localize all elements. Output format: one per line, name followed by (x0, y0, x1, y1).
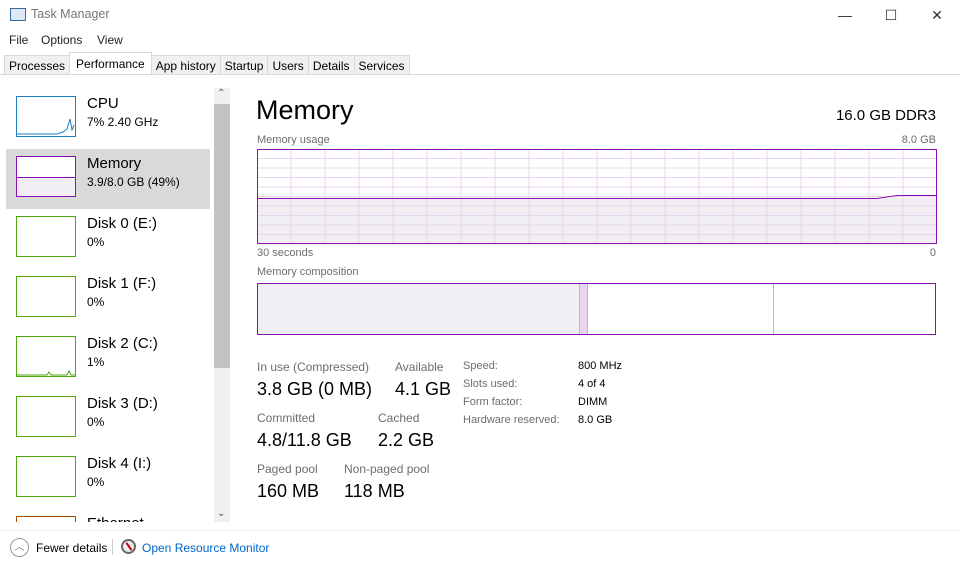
cached-label: Cached (378, 411, 420, 425)
menu-view[interactable]: View (97, 33, 123, 47)
tab-performance[interactable]: Performance (69, 52, 152, 74)
sidebar-thumbnail-graph (16, 516, 76, 522)
sidebar-item-name: Disk 2 (C:) (87, 335, 158, 352)
spec-label: Form factor: (463, 396, 523, 408)
sidebar-item-disk-4-i[interactable]: Disk 4 (I:) 0% (6, 449, 210, 509)
tab-services[interactable]: Services (353, 55, 410, 75)
in-use-value: 3.8 GB (0 MB) (257, 379, 373, 399)
page-title: Memory (256, 95, 354, 125)
window-title: Task Manager (31, 7, 110, 21)
paged-pool-label: Paged pool (257, 462, 318, 476)
spec-label: Hardware reserved: (463, 414, 560, 426)
sidebar-thumbnail-graph (16, 96, 76, 137)
sidebar-item-value: 0% (87, 235, 105, 249)
scroll-up-icon[interactable]: ⌃ (217, 88, 225, 99)
paged-pool-value: 160 MB (257, 481, 320, 501)
tab-app-history[interactable]: App history (150, 55, 221, 75)
sidebar-item-value: 1% (87, 355, 105, 369)
spec-label: Slots used: (463, 378, 518, 390)
sidebar-item-value: 7% 2.40 GHz (87, 115, 159, 129)
sidebar-item-name: Disk 4 (I:) (87, 455, 152, 472)
footer-divider (0, 530, 960, 531)
sidebar-item-disk-3-d[interactable]: Disk 3 (D:) 0% (6, 389, 210, 449)
cached-value: 2.2 GB (378, 430, 435, 450)
divider (0, 74, 960, 75)
memory-spec: 16.0 GB DDR3 (835, 107, 936, 124)
sidebar-item-disk-2-c[interactable]: Disk 2 (C:) 1% (6, 329, 210, 389)
sidebar-thumbnail-graph (16, 276, 76, 317)
memory-usage-graph (257, 149, 937, 244)
available-label: Available (395, 360, 444, 374)
sidebar-item-disk-1-f[interactable]: Disk 1 (F:) 0% (6, 269, 210, 329)
close-button[interactable]: ✕ (922, 4, 952, 26)
scrollbar-thumb[interactable] (214, 104, 230, 368)
sidebar-thumbnail-graph (16, 456, 76, 497)
sidebar-item-value: 0% (87, 295, 105, 309)
committed-label: Committed (257, 411, 316, 425)
sidebar-thumbnail-graph (16, 156, 76, 197)
chevron-up-icon[interactable]: ︿ (10, 538, 29, 557)
sidebar-item-value: 0% (87, 415, 105, 429)
sidebar-item-value: 0% (87, 475, 105, 489)
minimize-button[interactable]: — (830, 4, 860, 26)
menu-options[interactable]: Options (41, 33, 82, 47)
sidebar-item-name: Ethernet (87, 515, 144, 522)
maximize-button[interactable]: ☐ (876, 4, 906, 26)
performance-sidebar: CPU 7% 2.40 GHz Memory 3.9/8.0 GB (49%) … (0, 88, 214, 522)
sidebar-thumbnail-graph (16, 216, 76, 257)
tab-startup[interactable]: Startup (219, 55, 269, 75)
task-manager-icon (10, 8, 26, 21)
tab-processes[interactable]: Processes (4, 55, 71, 75)
sidebar-item-name: CPU (87, 95, 119, 112)
composition-label: Memory composition (257, 266, 359, 278)
separator (112, 539, 113, 555)
spec-value: DIMM (578, 396, 608, 408)
sidebar-item-memory[interactable]: Memory 3.9/8.0 GB (49%) (6, 149, 210, 209)
spec-label: Speed: (463, 360, 498, 372)
composition-in-use (258, 284, 580, 334)
committed-value: 4.8/11.8 GB (257, 430, 352, 450)
usage-label: Memory usage (257, 134, 330, 146)
composition-standby (588, 284, 775, 334)
sidebar-thumbnail-graph (16, 396, 76, 437)
sidebar-item-ethernet[interactable]: Ethernet (6, 509, 210, 522)
open-resource-monitor-link[interactable]: Open Resource Monitor (142, 541, 269, 555)
nonpaged-pool-value: 118 MB (344, 481, 405, 501)
tab-users[interactable]: Users (267, 55, 309, 75)
spec-value: 8.0 GB (578, 414, 613, 426)
time-label: 30 seconds (257, 247, 314, 259)
fewer-details-button[interactable]: Fewer details (36, 541, 107, 555)
tab-details[interactable]: Details (307, 55, 355, 75)
scroll-down-icon[interactable]: ⌄ (217, 508, 225, 519)
in-use-label: In use (Compressed) (257, 360, 370, 374)
usage-max: 8.0 GB (901, 134, 936, 146)
tab-bar: Processes Performance App history Startu… (4, 52, 410, 75)
sidebar-item-name: Memory (87, 155, 142, 172)
menu-file[interactable]: File (9, 33, 28, 47)
sidebar-item-name: Disk 0 (E:) (87, 215, 158, 232)
sidebar-item-name: Disk 3 (D:) (87, 395, 158, 412)
sidebar-item-name: Disk 1 (F:) (87, 275, 157, 292)
time-min: 0 (929, 247, 936, 259)
memory-composition-bar (257, 283, 936, 335)
sidebar-item-disk-0-e[interactable]: Disk 0 (E:) 0% (6, 209, 210, 269)
sidebar-item-value: 3.9/8.0 GB (49%) (87, 175, 180, 189)
sidebar-item-cpu[interactable]: CPU 7% 2.40 GHz (6, 89, 210, 149)
available-value: 4.1 GB (395, 379, 452, 399)
composition-free (774, 284, 935, 334)
sidebar-thumbnail-graph (16, 336, 76, 377)
resource-monitor-icon (121, 539, 136, 554)
nonpaged-pool-label: Non-paged pool (344, 462, 430, 476)
spec-value: 4 of 4 (578, 378, 606, 390)
spec-value: 800 MHz (578, 360, 623, 372)
composition-modified (579, 284, 589, 334)
